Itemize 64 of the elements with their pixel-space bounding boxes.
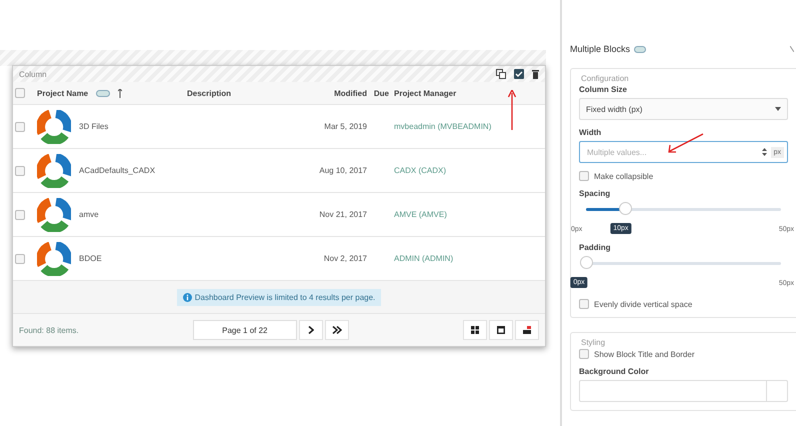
group-legend: Configuration bbox=[579, 74, 631, 83]
column-header[interactable]: Project Manager bbox=[389, 88, 545, 98]
slider-thumb[interactable] bbox=[619, 202, 632, 215]
notice-text: Dashboard Preview is limited to 4 results per page. bbox=[194, 292, 376, 302]
field-label: Background Color bbox=[579, 367, 650, 376]
sort-icon[interactable] bbox=[118, 88, 122, 98]
next-page-button[interactable] bbox=[298, 320, 323, 340]
show-title-checkbox[interactable]: Show Block Title and Border bbox=[579, 349, 788, 359]
field-label: Column Size bbox=[579, 85, 628, 94]
project-name[interactable]: ACadDefaults_CADX bbox=[79, 166, 156, 175]
spinner-icon[interactable] bbox=[762, 147, 767, 157]
toggle-icon[interactable] bbox=[96, 90, 110, 96]
project-name[interactable]: amve bbox=[79, 210, 99, 219]
window-icon bbox=[497, 326, 505, 334]
last-page-button[interactable] bbox=[324, 320, 349, 340]
slider-thumb[interactable] bbox=[580, 256, 593, 269]
page-field[interactable]: Page 1 of 22 bbox=[192, 320, 297, 340]
column-header[interactable]: Due bbox=[367, 88, 389, 98]
toggle-icon[interactable] bbox=[634, 46, 646, 52]
modified-date: Aug 10, 2017 bbox=[318, 166, 367, 175]
chevron-right-icon bbox=[308, 326, 314, 334]
column-header[interactable]: Description bbox=[187, 88, 277, 98]
project-name[interactable]: 3D Files bbox=[79, 122, 108, 131]
modified-date: Mar 5, 2019 bbox=[323, 122, 367, 131]
trash-icon[interactable] bbox=[532, 69, 539, 79]
project-name[interactable]: BDOE bbox=[79, 254, 102, 263]
modified-date: Nov 21, 2017 bbox=[318, 210, 367, 219]
project-logo-icon bbox=[37, 154, 71, 188]
annotation-arrow bbox=[508, 90, 516, 130]
double-chevron-icon bbox=[332, 326, 342, 334]
column-header[interactable]: Project Name bbox=[37, 88, 88, 98]
row-checkbox[interactable] bbox=[15, 254, 25, 264]
row-checkbox[interactable] bbox=[15, 122, 25, 132]
row-checkbox[interactable] bbox=[15, 166, 25, 176]
row-checkbox[interactable] bbox=[15, 210, 25, 220]
export-icon bbox=[523, 326, 531, 334]
close-icon[interactable] bbox=[790, 46, 794, 52]
checkbox-icon[interactable] bbox=[514, 69, 524, 79]
caret-icon bbox=[775, 107, 781, 111]
grid-icon bbox=[471, 326, 479, 334]
project-logo-icon bbox=[37, 198, 71, 232]
annotation-arrow bbox=[668, 133, 704, 153]
field-label: Padding bbox=[579, 243, 612, 252]
evenly-divide-checkbox[interactable]: Evenly divide vertical space bbox=[579, 299, 788, 309]
project-logo-icon bbox=[37, 110, 71, 144]
column-header[interactable]: Modified bbox=[277, 88, 367, 98]
background-color-field[interactable] bbox=[579, 380, 788, 402]
copy-icon[interactable] bbox=[496, 69, 506, 79]
field-label: Width bbox=[579, 128, 602, 137]
column-size-select[interactable]: Fixed width (px) bbox=[579, 98, 788, 120]
make-collapsible-checkbox[interactable]: Make collapsible bbox=[579, 171, 788, 181]
group-legend: Styling bbox=[579, 338, 608, 347]
field-label: Spacing bbox=[579, 189, 612, 198]
info-icon bbox=[182, 292, 192, 302]
block-title: Column bbox=[19, 70, 47, 78]
modified-date: Nov 2, 2017 bbox=[322, 254, 367, 263]
project-logo-icon bbox=[37, 242, 71, 276]
export-button[interactable] bbox=[515, 320, 539, 340]
panel-title: Multiple Blocks bbox=[570, 44, 630, 54]
grid-view-button[interactable] bbox=[463, 320, 487, 340]
select-all-checkbox[interactable] bbox=[15, 88, 25, 98]
width-input[interactable]: Multiple values... bbox=[585, 146, 758, 158]
found-count: Found: 88 items. bbox=[19, 326, 79, 334]
window-view-button[interactable] bbox=[489, 320, 513, 340]
